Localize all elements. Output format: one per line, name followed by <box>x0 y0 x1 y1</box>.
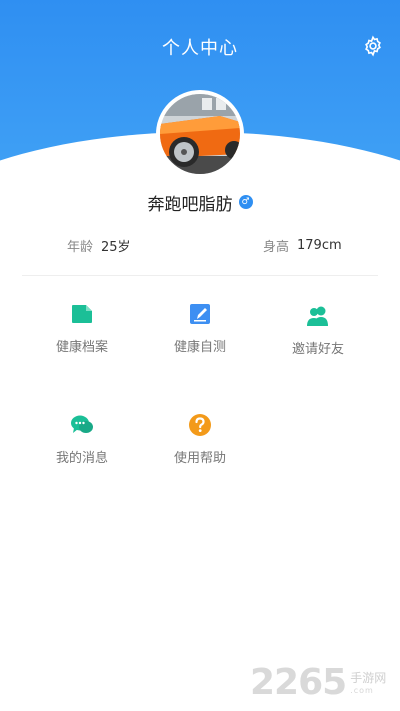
watermark-number: 2265 <box>250 661 347 703</box>
folder-icon <box>70 302 94 326</box>
friends-icon <box>306 304 330 328</box>
help-icon <box>188 413 212 437</box>
age-value: 25岁 <box>101 240 131 255</box>
watermark-side: 手游网 .com <box>350 669 386 695</box>
menu-item-label: 邀请好友 <box>291 342 344 357</box>
menu-item-messages[interactable]: 我的消息 <box>27 413 137 466</box>
watermark-logo: 2265 手游网 .com <box>250 660 400 704</box>
divider <box>22 275 378 276</box>
menu-item-self-test[interactable]: 健康自测 <box>145 302 255 355</box>
menu-item-help[interactable]: 使用帮助 <box>145 413 255 466</box>
height-value: 179cm <box>297 238 342 253</box>
page-title: 个人中心 <box>162 38 238 59</box>
avatar[interactable] <box>156 90 244 178</box>
height-label: 身高 <box>263 240 290 255</box>
settings-button[interactable] <box>361 34 385 58</box>
menu-item-health-record[interactable]: 健康档案 <box>27 302 137 355</box>
watermark-sub: .com <box>350 686 374 695</box>
menu-item-label: 健康档案 <box>55 340 108 355</box>
username: 奔跑吧脂肪 <box>147 194 233 215</box>
avatar-car-image <box>160 94 240 174</box>
chat-icon <box>70 413 94 437</box>
age-stat: 年龄 25岁 <box>67 236 131 255</box>
username-row: 奔跑吧脂肪 ♂ <box>0 190 400 215</box>
watermark-text: 手游网 <box>350 671 387 685</box>
menu-item-invite-friends[interactable]: 邀请好友 <box>263 304 373 357</box>
gear-icon <box>365 35 381 57</box>
menu-item-label: 使用帮助 <box>173 451 226 466</box>
menu-item-label: 我的消息 <box>55 451 108 466</box>
edit-icon <box>188 302 212 326</box>
age-label: 年龄 <box>67 240 94 255</box>
male-icon: ♂ <box>238 195 253 209</box>
menu-item-label: 健康自测 <box>173 340 226 355</box>
height-stat: 身高 179cm <box>263 236 342 255</box>
